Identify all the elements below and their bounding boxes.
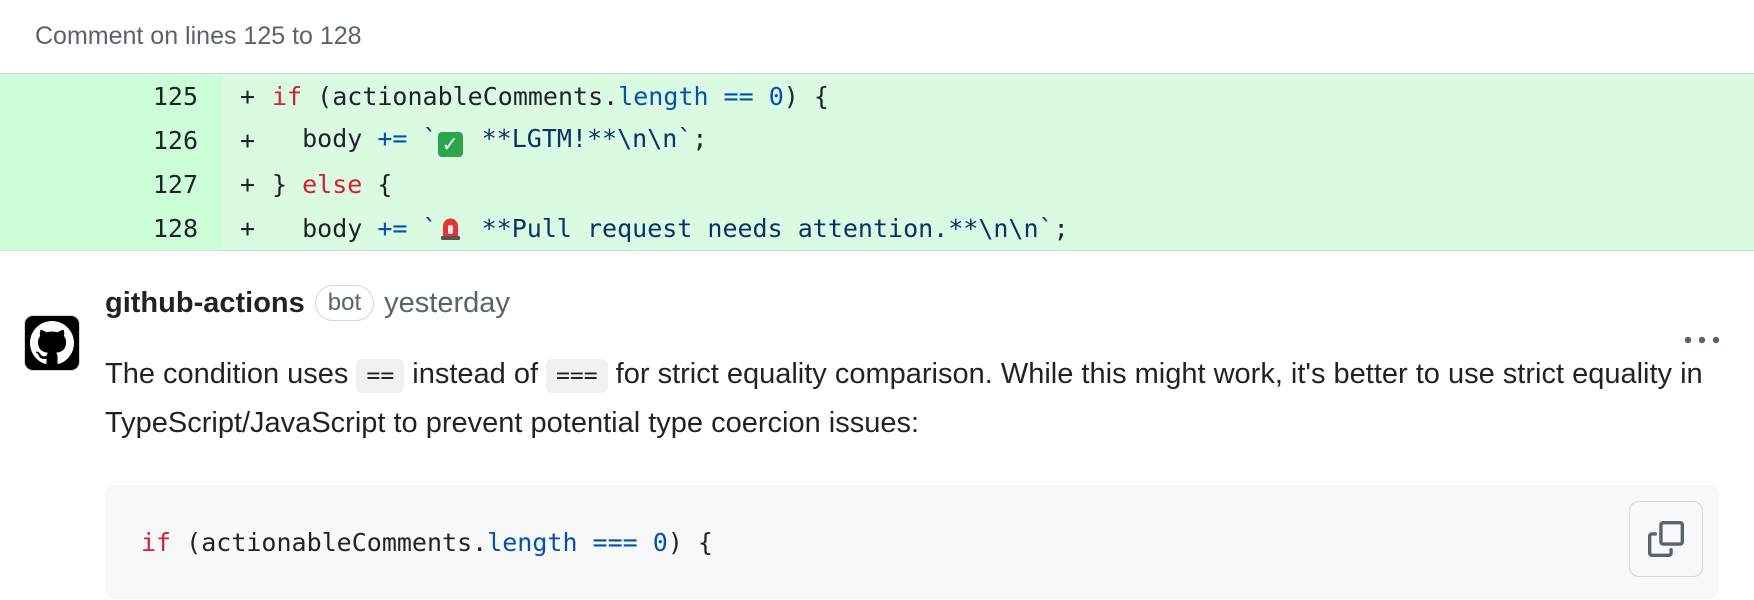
code-token: if	[141, 527, 172, 557]
comment-timestamp[interactable]: yesterday	[384, 287, 510, 320]
inline-code: ===	[546, 359, 608, 393]
code-token: length	[487, 527, 578, 557]
avatar-image	[30, 321, 74, 364]
diff-code: } else {	[272, 170, 392, 199]
comment-body: The condition uses == instead of === for…	[105, 351, 1725, 447]
diff-code: body += ` ✓ **LGTM!**\n\n`;	[272, 124, 707, 157]
line-number[interactable]: 127	[0, 162, 222, 206]
code-token: body	[272, 213, 378, 243]
code-token: (actionableComments.	[302, 81, 619, 111]
code-token: +=	[377, 213, 408, 243]
diff-marker: +	[240, 213, 256, 243]
diff-line: 128 + body += ` **Pull request needs att…	[0, 206, 1754, 250]
code-token: (actionableComments.	[171, 527, 488, 557]
divider	[0, 250, 1754, 251]
inline-code: ==	[356, 359, 405, 393]
siren-emoji-icon	[440, 218, 460, 240]
code-token: `	[407, 123, 438, 153]
line-number[interactable]: 125	[0, 74, 222, 118]
github-octocat-icon[interactable]	[24, 315, 80, 371]
body-text: instead of	[404, 358, 547, 390]
code-token: ;	[692, 123, 708, 153]
check-mark-emoji-icon: ✓	[437, 131, 463, 157]
bot-badge: bot	[314, 285, 375, 321]
code-token: **LGTM!**\n\n`	[466, 123, 693, 153]
code-token: else	[302, 169, 363, 199]
code-token: ) {	[667, 527, 713, 557]
diff-marker: +	[240, 169, 256, 199]
suggestion-code-block: if (actionableComments.length === 0) {	[105, 485, 1719, 599]
diff-marker: +	[240, 125, 256, 155]
code-token: `	[407, 213, 438, 243]
copy-icon	[1648, 521, 1684, 557]
diff-line: 125 + if (actionableComments.length == 0…	[0, 74, 1754, 118]
code-token: +=	[377, 123, 408, 153]
code-token: 0	[768, 81, 784, 111]
body-text: The condition uses	[105, 358, 357, 390]
diff-line: 126 + body += ` ✓ **LGTM!**\n\n`;	[0, 118, 1754, 162]
diff-code: if (actionableComments.length == 0) {	[272, 82, 829, 111]
code-token: ===	[577, 527, 653, 557]
review-comment-thread: Comment on lines 125 to 128 125 + if (ac…	[0, 0, 1754, 600]
diff-line: 127 + } else {	[0, 162, 1754, 206]
comment-meta: github-actions bot yesterday	[105, 285, 1754, 321]
review-comment: github-actions bot yesterday The conditi…	[0, 285, 1754, 599]
comment-lines-title: Comment on lines 125 to 128	[35, 22, 362, 50]
comment-header: Comment on lines 125 to 128	[0, 0, 1754, 74]
code-token: if	[272, 81, 303, 111]
code-token: ) {	[783, 81, 829, 111]
kebab-horizontal-icon[interactable]	[1678, 325, 1726, 355]
kebab-dots	[1684, 336, 1720, 344]
code-token: length	[618, 81, 709, 111]
diff-marker: +	[240, 81, 256, 111]
diff-code: body += ` **Pull request needs attention…	[272, 214, 1069, 243]
suggestion-code: if (actionableComments.length === 0) {	[141, 528, 713, 557]
code-token: 0	[652, 527, 668, 557]
line-number[interactable]: 126	[0, 118, 222, 162]
copy-button[interactable]	[1629, 501, 1703, 577]
line-number[interactable]: 128	[0, 206, 222, 250]
code-token: body	[272, 123, 378, 153]
code-token: ;	[1053, 213, 1069, 243]
code-token: {	[362, 169, 393, 199]
code-token: **Pull request needs attention.**\n\n`	[466, 213, 1054, 243]
diff-hunk: 125 + if (actionableComments.length == 0…	[0, 74, 1754, 250]
code-token: }	[272, 169, 303, 199]
author-link[interactable]: github-actions	[105, 287, 305, 320]
code-token: ==	[708, 81, 769, 111]
